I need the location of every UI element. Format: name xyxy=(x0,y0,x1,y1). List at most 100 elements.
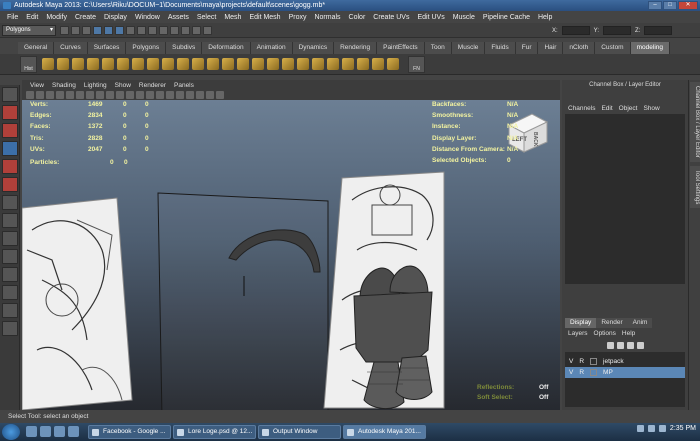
save-scene-icon[interactable] xyxy=(82,26,91,35)
menu-edit-mesh[interactable]: Edit Mesh xyxy=(245,14,284,21)
panel-menu-shading[interactable]: Shading xyxy=(48,82,80,89)
shelf-tab-surfaces[interactable]: Surfaces xyxy=(87,42,127,54)
move-layer-down-icon[interactable] xyxy=(617,342,624,349)
shelf-tool-icon[interactable] xyxy=(72,58,84,70)
shelf-tool-icon[interactable] xyxy=(207,58,219,70)
shelf-tool-icon[interactable] xyxy=(42,58,54,70)
layer-tab-display[interactable]: Display xyxy=(565,318,597,328)
shelf-tab-dynamics[interactable]: Dynamics xyxy=(292,42,335,54)
channel-menu-object[interactable]: Object xyxy=(616,105,641,112)
menu-normals[interactable]: Normals xyxy=(310,14,344,21)
task-maya[interactable]: Autodesk Maya 201... xyxy=(343,425,426,439)
close-button[interactable]: ✕ xyxy=(678,1,698,10)
layer-render-toggle[interactable]: R xyxy=(579,369,584,376)
select-object-icon[interactable] xyxy=(104,26,113,35)
browser-icon[interactable] xyxy=(40,426,51,437)
chrome-icon[interactable] xyxy=(68,426,79,437)
scale-tool-icon[interactable] xyxy=(1,177,18,192)
shelf-tool-icon[interactable] xyxy=(117,58,129,70)
new-layer-selected-icon[interactable] xyxy=(637,342,644,349)
render-settings-icon[interactable] xyxy=(203,26,212,35)
layout-single-icon[interactable] xyxy=(1,231,18,246)
select-tool-icon[interactable] xyxy=(1,87,18,102)
shelf-tab-subdivs[interactable]: Subdivs xyxy=(166,42,203,54)
panel-menu-show[interactable]: Show xyxy=(111,82,135,89)
shelf-tab-curves[interactable]: Curves xyxy=(54,42,88,54)
shelf-tool-icon[interactable] xyxy=(237,58,249,70)
shelf-tab-general[interactable]: General xyxy=(18,42,55,54)
shelf-tool-icon[interactable] xyxy=(102,58,114,70)
shelf-tab-muscle[interactable]: Muscle xyxy=(451,42,486,54)
layer-menu-help[interactable]: Help xyxy=(619,329,638,339)
menu-create-uvs[interactable]: Create UVs xyxy=(369,14,413,21)
start-button[interactable] xyxy=(2,424,20,440)
render-icon[interactable] xyxy=(181,26,190,35)
select-component-icon[interactable] xyxy=(115,26,124,35)
explorer-icon[interactable] xyxy=(26,426,37,437)
shelf-tool-icon[interactable] xyxy=(192,58,204,70)
shelf-tab-fluids[interactable]: Fluids xyxy=(485,42,516,54)
side-tab-channel-box[interactable]: Channel Box / Layer Editor xyxy=(690,82,700,162)
layer-render-toggle[interactable]: R xyxy=(579,358,584,365)
perspective-viewport[interactable]: LEFT BACK Verts: 1469 0 0 Edges: 2834 0 0 Face… xyxy=(22,100,560,410)
panel-menu-view[interactable]: View xyxy=(26,82,48,89)
channel-menu-show[interactable]: Show xyxy=(640,105,662,112)
snap-grid-icon[interactable] xyxy=(126,26,135,35)
shelf-tab-hair[interactable]: Hair xyxy=(538,42,564,54)
channel-menu-edit[interactable]: Edit xyxy=(598,105,615,112)
channel-menu-channels[interactable]: Channels xyxy=(565,105,598,112)
rotate-tool-icon[interactable] xyxy=(1,159,18,174)
volume-icon[interactable] xyxy=(658,425,666,432)
layer-tab-anim[interactable]: Anim xyxy=(627,318,653,328)
menu-pipeline-cache[interactable]: Pipeline Cache xyxy=(479,14,534,21)
menu-create[interactable]: Create xyxy=(71,14,100,21)
shelf-tool-icon[interactable] xyxy=(162,58,174,70)
menu-file[interactable]: File xyxy=(3,14,22,21)
lasso-tool-icon[interactable] xyxy=(1,105,18,120)
maximize-button[interactable]: □ xyxy=(663,1,677,10)
shelf-tab-fur[interactable]: Fur xyxy=(515,42,539,54)
ao-icon[interactable] xyxy=(216,91,224,99)
shelf-tool-icon[interactable] xyxy=(132,58,144,70)
snap-curve-icon[interactable] xyxy=(137,26,146,35)
minimize-button[interactable]: – xyxy=(648,1,662,10)
shelf-tab-polygons[interactable]: Polygons xyxy=(126,42,167,54)
layout-side-icon[interactable] xyxy=(1,267,18,282)
select-hierarchy-icon[interactable] xyxy=(93,26,102,35)
layer-tab-render[interactable]: Render xyxy=(596,318,628,328)
shelf-tool-icon[interactable] xyxy=(327,58,339,70)
menu-modify[interactable]: Modify xyxy=(42,14,71,21)
hud-icon[interactable] xyxy=(206,91,214,99)
shelf-tool-icon[interactable] xyxy=(357,58,369,70)
tray-icon[interactable] xyxy=(636,425,644,432)
lights-icon[interactable] xyxy=(166,91,174,99)
shelf-tool-icon[interactable] xyxy=(147,58,159,70)
layer-color-swatch[interactable] xyxy=(590,358,598,365)
isolate-icon[interactable] xyxy=(196,91,204,99)
z-field[interactable] xyxy=(644,26,673,35)
shelf-tool-icon[interactable] xyxy=(372,58,384,70)
layer-row-mp[interactable]: V R MP xyxy=(565,367,685,378)
shelf-tool-icon[interactable] xyxy=(387,58,399,70)
y-field[interactable] xyxy=(603,26,632,35)
safe-title-icon[interactable] xyxy=(126,91,134,99)
task-photoshop[interactable]: Lore Loge.psd @ 12... xyxy=(173,425,256,439)
layout-hypershade-icon[interactable] xyxy=(1,321,18,336)
layer-visibility-toggle[interactable]: V xyxy=(569,369,573,376)
shelf-tab-deformation[interactable]: Deformation xyxy=(202,42,251,54)
menu-edit[interactable]: Edit xyxy=(22,14,42,21)
shelf-tab-animation[interactable]: Animation xyxy=(250,42,293,54)
network-icon[interactable] xyxy=(647,425,655,432)
move-layer-up-icon[interactable] xyxy=(607,342,614,349)
paint-select-icon[interactable] xyxy=(1,123,18,138)
panel-menu-lighting[interactable]: Lighting xyxy=(80,82,111,89)
layout-outliner-icon[interactable] xyxy=(1,285,18,300)
shelf-tool-icon[interactable] xyxy=(222,58,234,70)
shelf-tool-icon[interactable] xyxy=(282,58,294,70)
gate-mask-icon[interactable] xyxy=(96,91,104,99)
layer-row-jetpack[interactable]: V R jetpack xyxy=(565,356,685,367)
layer-visibility-toggle[interactable]: V xyxy=(569,358,573,365)
layer-menu-options[interactable]: Options xyxy=(591,329,619,339)
shelf-tool-icon[interactable] xyxy=(297,58,309,70)
task-facebook[interactable]: Facebook - Google ... xyxy=(88,425,171,439)
